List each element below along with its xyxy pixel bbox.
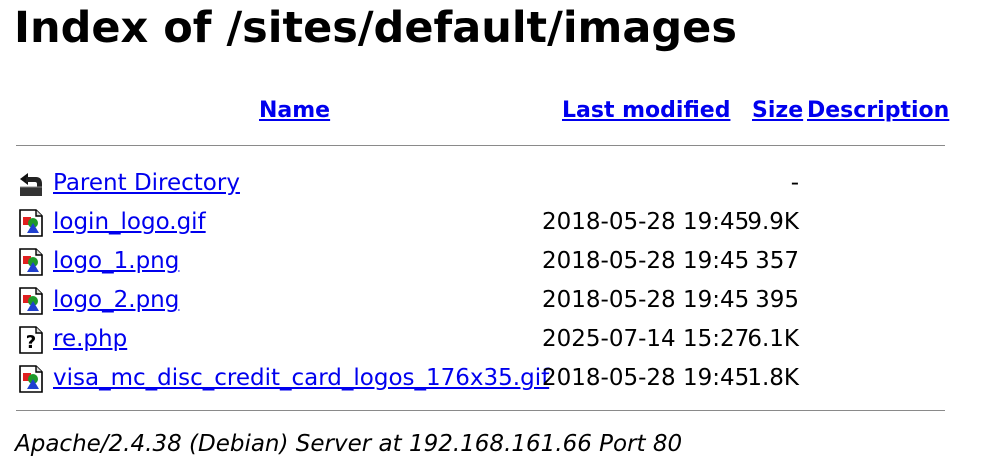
sort-by-size-link[interactable]: Size xyxy=(752,96,803,126)
image-file-icon xyxy=(17,209,45,237)
server-signature: Apache/2.4.38 (Debian) Server at 192.168… xyxy=(15,431,683,457)
sort-by-last-modified-link[interactable]: Last modified xyxy=(562,96,730,126)
list-item-login-logo: login_logo.gif 2018-05-28 19:45 9.9K xyxy=(0,202,988,241)
header-divider xyxy=(16,145,945,146)
entry-name-link[interactable]: Parent Directory xyxy=(53,167,240,199)
image-file-icon xyxy=(17,248,45,276)
entry-modified: 2025-07-14 15:27 xyxy=(542,326,750,352)
list-item-logo-2: logo_2.png 2018-05-28 19:45 395 xyxy=(0,280,988,319)
list-item-visa-mc-disc-logos: visa_mc_disc_credit_card_logos_176x35.gi… xyxy=(0,358,988,397)
svg-text:?: ? xyxy=(26,332,36,353)
list-item-re-php: ? re.php 2025-07-14 15:27 6.1K xyxy=(0,319,988,358)
sort-by-name-link[interactable]: Name xyxy=(259,96,330,126)
image-file-icon xyxy=(17,287,45,315)
parent-directory-icon xyxy=(17,170,45,198)
entry-name-link[interactable]: re.php xyxy=(53,323,127,355)
sort-by-description-link[interactable]: Description xyxy=(807,96,949,126)
entry-modified: 2018-05-28 19:45 xyxy=(542,209,750,235)
list-item-logo-1: logo_1.png 2018-05-28 19:45 357 xyxy=(0,241,988,280)
entry-modified: 2018-05-28 19:45 xyxy=(542,287,750,313)
entry-modified: 2018-05-28 19:45 xyxy=(542,365,750,391)
entry-name-link[interactable]: logo_1.png xyxy=(53,245,179,277)
entry-modified: 2018-05-28 19:45 xyxy=(542,248,750,274)
entry-size: 395 xyxy=(755,287,799,313)
footer-divider xyxy=(16,410,945,411)
entry-name-link[interactable]: logo_2.png xyxy=(53,284,179,316)
entry-size: 1.8K xyxy=(747,365,799,391)
entry-size: - xyxy=(790,170,799,196)
image-file-icon xyxy=(17,365,45,393)
list-item-parent-directory: Parent Directory - xyxy=(0,163,988,202)
unknown-file-icon: ? xyxy=(17,326,45,354)
page-title: Index of /sites/default/images xyxy=(14,3,737,53)
entry-name-link[interactable]: visa_mc_disc_credit_card_logos_176x35.gi… xyxy=(53,362,549,394)
entry-size: 357 xyxy=(755,248,799,274)
entry-size: 9.9K xyxy=(747,209,799,235)
entry-name-link[interactable]: login_logo.gif xyxy=(53,206,206,238)
entry-size: 6.1K xyxy=(747,326,799,352)
